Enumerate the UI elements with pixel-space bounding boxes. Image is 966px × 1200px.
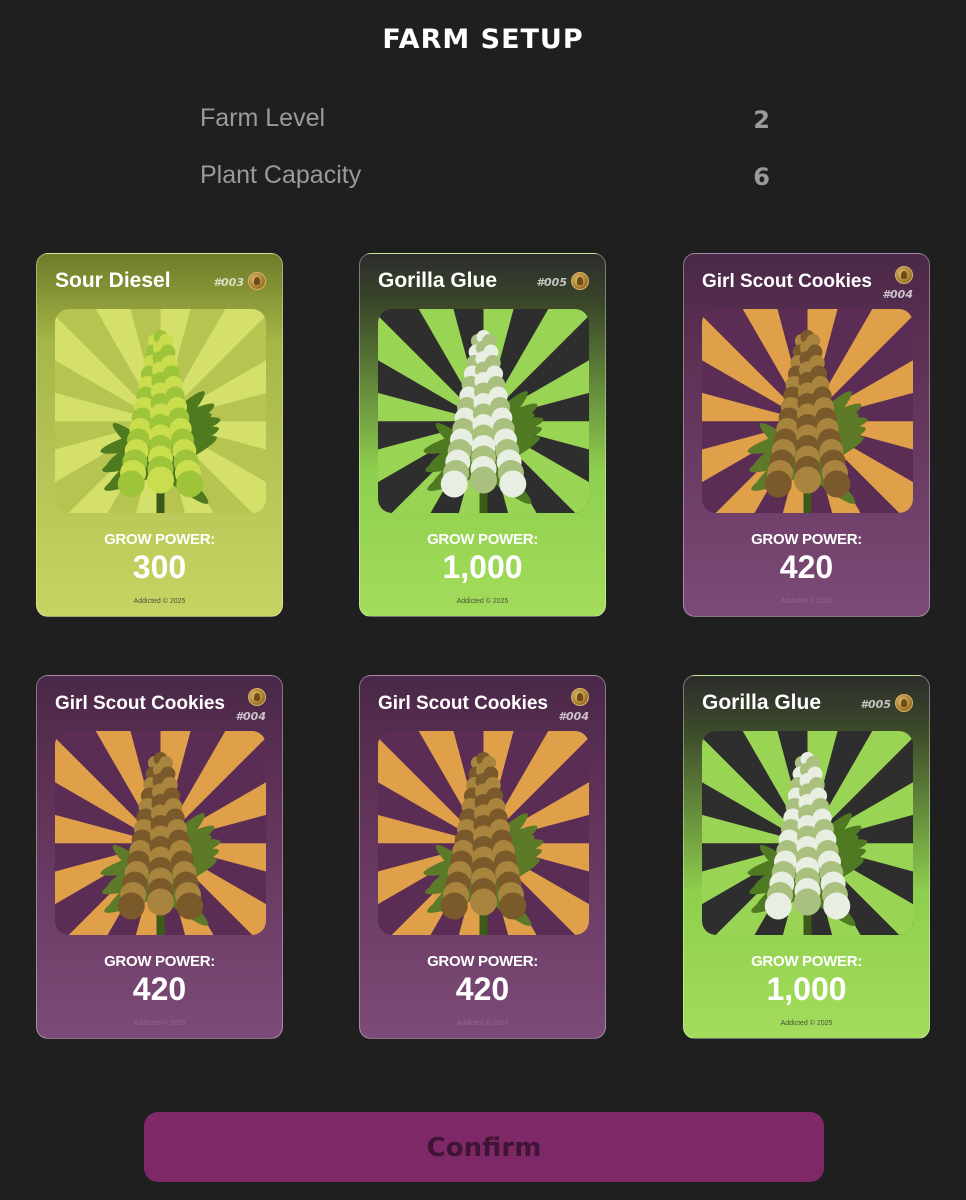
cannabis-plant-icon bbox=[702, 731, 913, 935]
plant-card[interactable]: Girl Scout Cookies #004 GROW POWER: 420 … bbox=[359, 675, 606, 1039]
stat-label: Farm Level bbox=[200, 104, 326, 132]
plant-card[interactable]: Girl Scout Cookies #004 GROW POWER: 420 … bbox=[36, 675, 283, 1039]
card-id: #003 bbox=[213, 276, 244, 289]
coin-leaf-icon bbox=[895, 266, 913, 284]
card-id: #004 bbox=[882, 288, 913, 301]
grow-power-value: 420 bbox=[455, 971, 510, 1007]
cannabis-plant-icon bbox=[378, 309, 589, 513]
card-name: Girl Scout Cookies bbox=[378, 693, 548, 714]
cannabis-plant-icon bbox=[378, 731, 589, 935]
card-id: #005 bbox=[860, 698, 891, 711]
grow-power-value: 420 bbox=[132, 971, 187, 1007]
grow-power-value: 1,000 bbox=[442, 549, 523, 585]
grow-power-label: GROW POWER: bbox=[104, 531, 215, 548]
card-name: Gorilla Glue bbox=[378, 269, 498, 292]
plant-card[interactable]: Girl Scout Cookies #004 GROW POWER: 420 … bbox=[683, 253, 930, 617]
stat-value: 6 bbox=[753, 163, 770, 191]
grow-power-label: GROW POWER: bbox=[104, 953, 215, 970]
card-footer: Addicted © 2025 bbox=[133, 1020, 186, 1027]
grow-power-label: GROW POWER: bbox=[427, 531, 538, 548]
stat-row-farm-level: Farm Level 2 bbox=[200, 104, 770, 161]
card-name: Gorilla Glue bbox=[702, 691, 822, 714]
confirm-button[interactable]: Confirm bbox=[144, 1112, 824, 1182]
card-footer: Addicted © 2025 bbox=[133, 598, 186, 605]
stat-row-plant-capacity: Plant Capacity 6 bbox=[200, 161, 770, 218]
cannabis-plant-icon bbox=[55, 731, 266, 935]
grow-power-label: GROW POWER: bbox=[427, 953, 538, 970]
coin-leaf-icon bbox=[248, 688, 266, 706]
grow-power-value: 1,000 bbox=[766, 971, 847, 1007]
grow-power-label: GROW POWER: bbox=[751, 531, 862, 548]
card-name: Girl Scout Cookies bbox=[55, 693, 225, 714]
page-title: FARM SETUP bbox=[382, 24, 584, 55]
card-footer: Addicted © 2025 bbox=[780, 598, 833, 605]
plant-card[interactable]: Gorilla Glue #005 GROW POWER: 1,000 Addi… bbox=[359, 253, 606, 617]
stat-value: 2 bbox=[753, 106, 770, 134]
farm-stats: Farm Level 2 Plant Capacity 6 bbox=[200, 104, 770, 218]
card-id: #004 bbox=[235, 710, 266, 723]
coin-leaf-icon bbox=[571, 688, 589, 706]
card-id: #005 bbox=[536, 276, 567, 289]
cannabis-plant-icon bbox=[55, 309, 266, 513]
coin-leaf-icon bbox=[895, 694, 913, 712]
coin-leaf-icon bbox=[248, 272, 266, 290]
stat-label: Plant Capacity bbox=[200, 161, 362, 189]
card-footer: Addicted © 2025 bbox=[780, 1020, 833, 1027]
plant-card[interactable]: Sour Diesel #003 GROW POWER: 300 Addicte… bbox=[36, 253, 283, 617]
card-id: #004 bbox=[558, 710, 589, 723]
coin-leaf-icon bbox=[571, 272, 589, 290]
card-name: Girl Scout Cookies bbox=[702, 271, 872, 292]
card-name: Sour Diesel bbox=[55, 269, 171, 292]
plant-card[interactable]: Gorilla Glue #005 GROW POWER: 1,000 Addi… bbox=[683, 675, 930, 1039]
grow-power-value: 420 bbox=[779, 549, 834, 585]
grow-power-value: 300 bbox=[132, 549, 187, 585]
card-footer: Addicted © 2025 bbox=[456, 598, 509, 605]
card-footer: Addicted © 2025 bbox=[456, 1020, 509, 1027]
cannabis-plant-icon bbox=[702, 309, 913, 513]
grow-power-label: GROW POWER: bbox=[751, 953, 862, 970]
